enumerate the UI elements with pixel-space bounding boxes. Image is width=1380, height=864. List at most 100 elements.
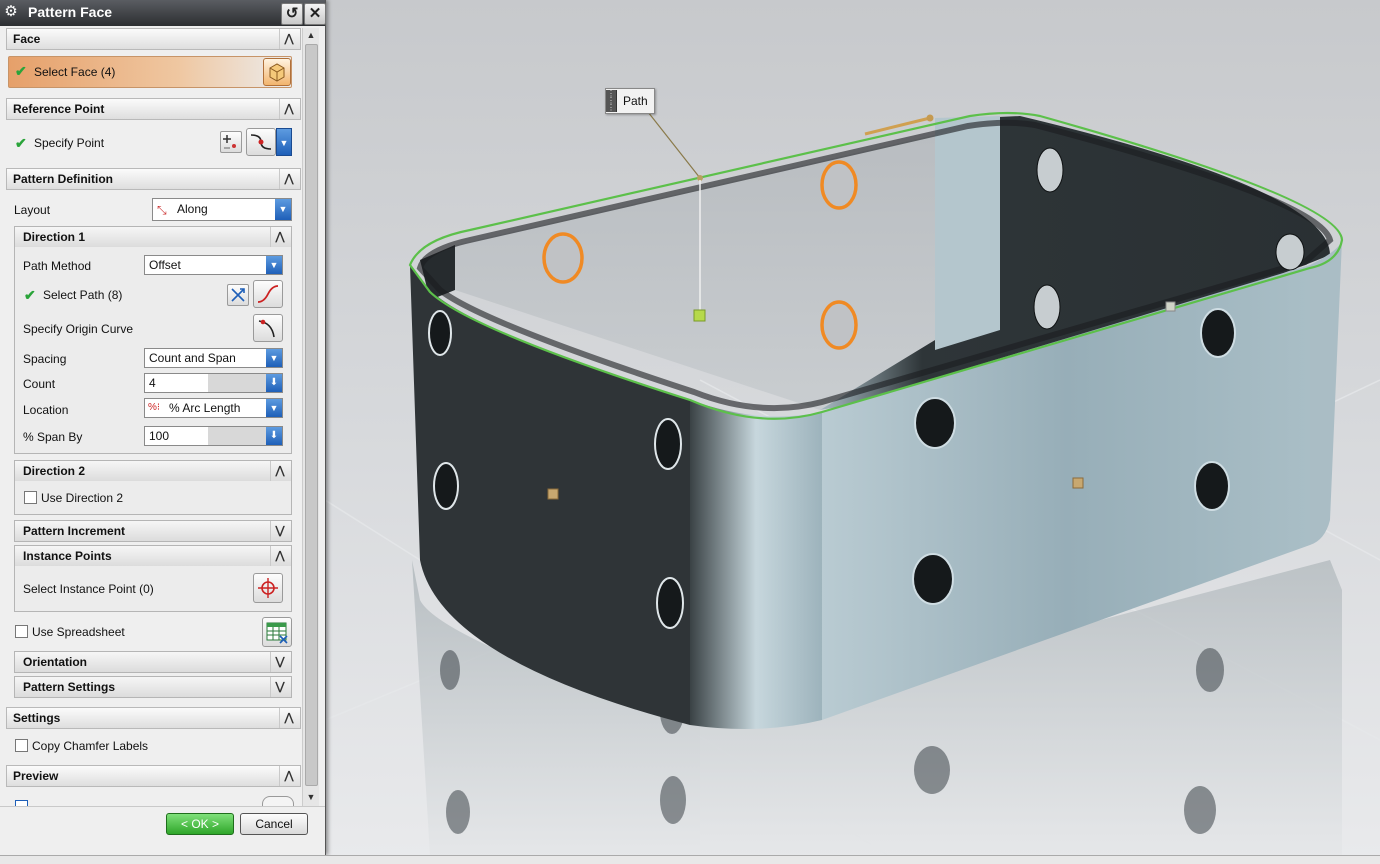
select-face-row[interactable]: ✔ Select Face (4): [8, 56, 292, 88]
specify-point-label: Specify Point: [34, 136, 105, 150]
count-input-pad: [208, 374, 266, 392]
grip-icon: ⋮ ⋮ ⋮: [606, 89, 617, 112]
close-icon[interactable]: ✕: [304, 3, 326, 25]
chevron-down-icon[interactable]: ▼: [266, 399, 282, 417]
crosshair-icon: [258, 578, 278, 598]
gear-icon[interactable]: ⚙: [3, 4, 19, 20]
specify-origin-curve-label: Specify Origin Curve: [23, 322, 134, 336]
settings-header[interactable]: Settings ⋀: [6, 707, 301, 729]
select-face-label: Select Face (4): [34, 65, 116, 79]
collapse-icon[interactable]: ⋀: [270, 227, 289, 247]
expand-icon[interactable]: ⋁: [270, 677, 289, 697]
instance-point-button[interactable]: [253, 573, 283, 603]
check-icon: ✔: [15, 63, 27, 79]
orientation-header[interactable]: Orientation ⋁: [14, 651, 292, 673]
collapse-icon[interactable]: ⋀: [279, 708, 298, 728]
span-label: % Span By: [23, 430, 83, 444]
face-selector-button[interactable]: [263, 58, 291, 86]
scroll-down-icon[interactable]: ▼: [303, 790, 319, 804]
span-input-pad: [208, 427, 266, 445]
pattern-definition-header[interactable]: Pattern Definition ⋀: [6, 168, 301, 190]
reference-point-label: Reference Point: [13, 102, 105, 116]
collapse-icon[interactable]: ⋀: [279, 169, 298, 189]
dialog-scrollbar[interactable]: ▲ ▼: [302, 28, 319, 806]
layout-value: Along: [177, 202, 208, 216]
select-path-label: Select Path (8): [43, 288, 123, 302]
model-scene[interactable]: [325, 0, 1380, 863]
collapse-icon[interactable]: ⋀: [270, 546, 289, 566]
expand-icon[interactable]: ⋁: [270, 652, 289, 672]
use-direction2-label: Use Direction 2: [41, 491, 124, 505]
check-icon: ✔: [15, 135, 27, 151]
origin-curve-icon: [258, 319, 275, 338]
ok-button[interactable]: < OK >: [166, 813, 234, 835]
spreadsheet-button[interactable]: [262, 617, 292, 647]
reset-icon[interactable]: ↺: [281, 3, 303, 25]
chevron-down-icon[interactable]: ▼: [275, 199, 291, 220]
reverse-direction-button[interactable]: [227, 284, 249, 306]
arc-length-icon: %⁝: [148, 402, 161, 413]
path-tag[interactable]: ⋮ ⋮ ⋮ Path: [605, 88, 655, 114]
use-spreadsheet-checkbox[interactable]: [15, 625, 28, 638]
use-spreadsheet-label: Use Spreadsheet: [32, 625, 125, 639]
along-layout-icon: ⤡: [157, 203, 167, 217]
span-input[interactable]: 100 ⬇: [144, 426, 283, 446]
copy-chamfer-labels-checkbox[interactable]: [15, 739, 28, 752]
point-type-dropdown-icon[interactable]: ▼: [276, 128, 292, 156]
face-group-header[interactable]: Face ⋀: [6, 28, 301, 50]
point-type-button[interactable]: [246, 128, 276, 156]
preview-label: Preview: [13, 769, 59, 783]
select-instance-point-label: Select Instance Point (0): [23, 582, 154, 596]
reference-point-header[interactable]: Reference Point ⋀: [6, 98, 301, 120]
point-dialog-button[interactable]: [220, 131, 242, 153]
dialog-titlebar[interactable]: ⚙ Pattern Face ↺ ✕: [0, 0, 326, 26]
pattern-increment-header[interactable]: Pattern Increment ⋁: [14, 520, 292, 542]
copy-chamfer-labels-label: Copy Chamfer Labels: [32, 739, 149, 753]
scroll-up-icon[interactable]: ▲: [303, 28, 319, 42]
collapse-icon[interactable]: ⋀: [279, 766, 298, 786]
collapse-icon[interactable]: ⋀: [279, 99, 298, 119]
expand-icon[interactable]: ⋁: [270, 521, 289, 541]
check-icon: ✔: [24, 287, 36, 303]
scroll-thumb[interactable]: [305, 44, 318, 786]
use-direction2-checkbox[interactable]: [24, 491, 37, 504]
spreadsheet-icon: [266, 622, 288, 644]
count-label: Count: [23, 377, 56, 391]
instance-points-header[interactable]: Instance Points ⋀: [14, 545, 292, 567]
path-method-value: Offset: [149, 258, 181, 272]
cube-icon: [269, 63, 285, 82]
layout-select[interactable]: ⤡ Along ▼: [152, 198, 292, 221]
settings-label: Settings: [13, 711, 61, 725]
spacing-select[interactable]: Count and Span ▼: [144, 348, 283, 368]
preview-header[interactable]: Preview ⋀: [6, 765, 301, 787]
reverse-direction-icon: [231, 288, 245, 302]
count-input[interactable]: 4 ⬇: [144, 373, 283, 393]
layout-label: Layout: [14, 203, 51, 217]
collapse-icon[interactable]: ⋀: [279, 29, 298, 49]
value-menu-icon[interactable]: ⬇: [266, 427, 282, 445]
origin-curve-button[interactable]: [253, 314, 283, 342]
value-menu-icon[interactable]: ⬇: [266, 374, 282, 392]
cancel-button[interactable]: Cancel: [240, 813, 308, 835]
spacing-value: Count and Span: [149, 351, 236, 365]
direction2-header[interactable]: Direction 2 ⋀: [14, 460, 292, 482]
pattern-settings-label: Pattern Settings: [23, 680, 116, 694]
pattern-definition-label: Pattern Definition: [13, 172, 114, 186]
point-constructor-icon: [223, 135, 236, 149]
chevron-down-icon[interactable]: ▼: [266, 349, 282, 367]
direction1-header[interactable]: Direction 1 ⋀: [14, 226, 292, 248]
path-method-select[interactable]: Offset ▼: [144, 255, 283, 275]
inferred-point-icon: [250, 134, 272, 150]
pattern-face-dialog: ⚙ Pattern Face ↺ ✕ ▲ ▼ Face ⋀ ✔ Select F…: [0, 0, 326, 856]
path-tag-label: Path: [623, 94, 648, 108]
path-method-label: Path Method: [23, 259, 92, 273]
location-select[interactable]: %⁝ % Arc Length ▼: [144, 398, 283, 418]
span-value: 100: [149, 429, 170, 443]
chevron-down-icon[interactable]: ▼: [266, 256, 282, 274]
pattern-increment-label: Pattern Increment: [23, 524, 126, 538]
spacing-label: Spacing: [23, 352, 67, 366]
graphics-viewport[interactable]: ⋮ ⋮ ⋮ Path: [325, 0, 1380, 863]
collapse-icon[interactable]: ⋀: [270, 461, 289, 481]
select-curve-button[interactable]: [253, 280, 283, 308]
pattern-settings-header[interactable]: Pattern Settings ⋁: [14, 676, 292, 698]
